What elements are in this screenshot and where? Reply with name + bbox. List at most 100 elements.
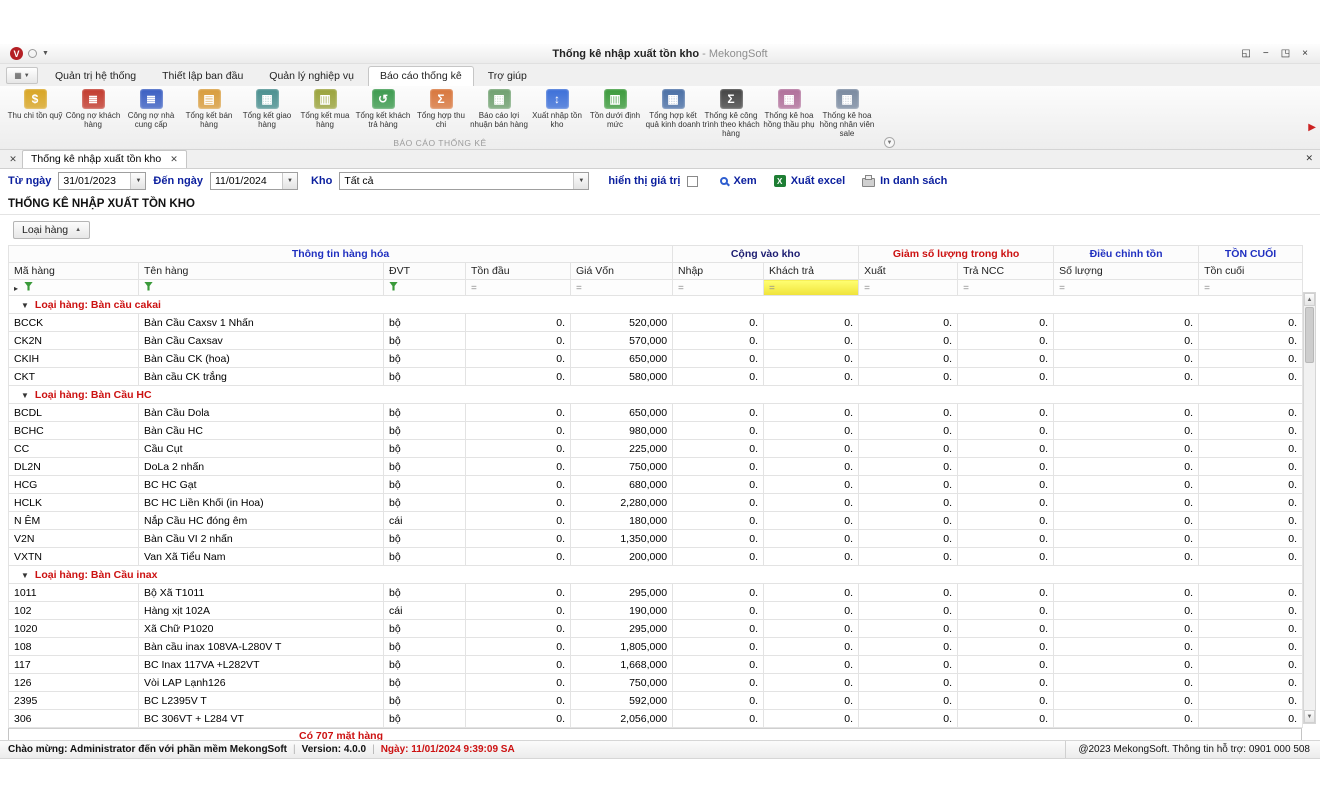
menu-grid-icon[interactable]: ▦ ▼ <box>6 67 38 84</box>
print-list-button[interactable]: In danh sách <box>857 175 952 187</box>
filter-cell[interactable]: = <box>764 280 859 296</box>
ribbon-item[interactable]: ↺Tổng kết khách trả hàng <box>354 88 412 129</box>
column-header-số-lượng[interactable]: Số lượng <box>1054 263 1199 280</box>
ribbon-item[interactable]: ↕Xuất nhập tồn kho <box>528 88 586 129</box>
column-header-mã-hàng[interactable]: Mã hàng <box>9 263 139 280</box>
menu-tab-trợ-giúp[interactable]: Trợ giúp <box>476 66 539 86</box>
ribbon-item[interactable]: ▦Báo cáo lợi nhuận bán hàng <box>470 88 528 129</box>
collapse-arrow-icon[interactable]: ▼ <box>21 301 29 310</box>
export-excel-button[interactable]: Xuất excel <box>769 175 850 187</box>
table-row[interactable]: BCHCBàn Cầu HCbộ0.980,0000.0.0.0.0.0. <box>9 422 1303 440</box>
ribbon-scroll-right-icon[interactable]: ▶ <box>1308 122 1316 133</box>
ribbon-item[interactable]: ▦Thống kê hoa hồng thầu phụ <box>760 88 818 129</box>
warehouse-dropdown-icon[interactable]: ▼ <box>573 173 588 189</box>
ribbon-item[interactable]: ΣThống kê công trình theo khách hàng <box>702 88 760 139</box>
column-header-giá-vốn[interactable]: Giá Vốn <box>571 263 673 280</box>
filter-cell[interactable]: = <box>1054 280 1199 296</box>
column-group-header[interactable]: Giảm số lượng trong kho <box>859 246 1054 263</box>
column-header-tên-hàng[interactable]: Tên hàng <box>139 263 384 280</box>
document-tab[interactable]: Thống kê nhập xuất tồn kho ✕ <box>22 150 187 168</box>
column-header-nhập[interactable]: Nhập <box>673 263 764 280</box>
filter-cell[interactable]: = <box>958 280 1054 296</box>
column-header-trả-ncc[interactable]: Trả NCC <box>958 263 1054 280</box>
column-header-đvt[interactable]: ĐVT <box>384 263 466 280</box>
quick-access-icon[interactable] <box>28 49 37 58</box>
view-button[interactable]: Xem <box>715 175 761 187</box>
table-row[interactable]: HCLKBC HC Liền Khối (in Hoa)bộ0.2,280,00… <box>9 494 1303 512</box>
group-row[interactable]: ▼Loại hàng: Bàn Cầu HC <box>9 386 1303 404</box>
column-header-tồn-đầu[interactable]: Tồn đầu <box>466 263 571 280</box>
collapse-arrow-icon[interactable]: ▼ <box>21 391 29 400</box>
ribbon-item[interactable]: ▦Thống kê hoa hồng nhân viên sale <box>818 88 876 139</box>
scroll-down-icon[interactable]: ▼ <box>1304 710 1315 723</box>
scroll-up-icon[interactable]: ▲ <box>1304 293 1315 306</box>
group-row[interactable]: ▼Loại hàng: Bàn cầu cakai <box>9 296 1303 314</box>
warehouse-select[interactable]: Tất cả ▼ <box>339 172 589 190</box>
column-group-header[interactable]: Thông tin hàng hóa <box>9 246 673 263</box>
ribbon-item[interactable]: ≣Công nợ khách hàng <box>64 88 122 129</box>
filter-cell[interactable]: = <box>673 280 764 296</box>
table-row[interactable]: CK2NBàn Cầu Caxsavbộ0.570,0000.0.0.0.0.0… <box>9 332 1303 350</box>
table-row[interactable]: 108Bàn cầu inax 108VA-L280V Tbộ0.1,805,0… <box>9 638 1303 656</box>
menu-tab-quản-trị-hệ-thống[interactable]: Quản trị hệ thống <box>43 66 148 86</box>
column-header-tồn-cuối[interactable]: Tồn cuối <box>1199 263 1303 280</box>
table-row[interactable]: N ÊMNắp Cầu HC đóng êmcái0.180,0000.0.0.… <box>9 512 1303 530</box>
ribbon-item[interactable]: ≣Công nợ nhà cung cấp <box>122 88 180 129</box>
filter-cell[interactable]: ▸ <box>9 280 139 296</box>
tab-bar-close-icon[interactable]: ✕ <box>1305 153 1313 164</box>
table-row[interactable]: 102Hàng xịt 102Acái0.190,0000.0.0.0.0.0. <box>9 602 1303 620</box>
scrollbar-thumb[interactable] <box>1305 307 1314 363</box>
filter-cell[interactable]: = <box>466 280 571 296</box>
table-row[interactable]: V2NBàn Cầu VI 2 nhấnbộ0.1,350,0000.0.0.0… <box>9 530 1303 548</box>
from-date-input[interactable]: 31/01/2023 ▼ <box>58 172 146 190</box>
filter-cell[interactable] <box>139 280 384 296</box>
quick-access-dropdown-icon[interactable]: ▼ <box>42 50 49 57</box>
table-row[interactable]: 117BC Inax 117VA +L282VTbộ0.1,668,0000.0… <box>9 656 1303 674</box>
table-row[interactable]: CKTBàn cầu CK trắngbộ0.580,0000.0.0.0.0.… <box>9 368 1303 386</box>
menu-tab-thiết-lập-ban-đầu[interactable]: Thiết lập ban đầu <box>150 66 255 86</box>
ribbon-collapse-button[interactable]: ▼ <box>884 137 895 148</box>
table-row[interactable]: 2395BC L2395V Tbộ0.592,0000.0.0.0.0.0. <box>9 692 1303 710</box>
show-value-checkbox[interactable] <box>687 176 698 187</box>
minimize-button[interactable]: − <box>1263 48 1269 59</box>
table-row[interactable]: 1011Bộ Xã T1011bộ0.295,0000.0.0.0.0.0. <box>9 584 1303 602</box>
from-date-dropdown-icon[interactable]: ▼ <box>130 173 145 189</box>
column-group-header[interactable]: TỒN CUỐI <box>1199 246 1303 263</box>
restore-button[interactable]: ◳ <box>1281 48 1290 59</box>
ribbon-item[interactable]: ▥Tổng kết mua hàng <box>296 88 354 129</box>
ribbon-item[interactable]: ▦Tổng hợp kết quả kinh doanh <box>644 88 702 129</box>
group-row[interactable]: ▼Loại hàng: Bàn Cầu inax <box>9 566 1303 584</box>
to-date-input[interactable]: 11/01/2024 ▼ <box>210 172 298 190</box>
column-group-header[interactable]: Điều chỉnh tồn <box>1054 246 1199 263</box>
filter-cell[interactable]: = <box>1199 280 1303 296</box>
column-group-header[interactable]: Cộng vào kho <box>673 246 859 263</box>
close-all-tabs-icon[interactable]: ✕ <box>4 154 22 168</box>
table-row[interactable]: HCGBC HC Gạtbộ0.680,0000.0.0.0.0.0. <box>9 476 1303 494</box>
group-row-cell[interactable]: ▼Loại hàng: Bàn Cầu inax <box>9 566 1303 584</box>
table-row[interactable]: BCCKBàn Cầu Caxsv 1 Nhấnbộ0.520,0000.0.0… <box>9 314 1303 332</box>
group-row-cell[interactable]: ▼Loại hàng: Bàn Cầu HC <box>9 386 1303 404</box>
column-header-xuất[interactable]: Xuất <box>859 263 958 280</box>
table-row[interactable]: VXTNVan Xã Tiểu Nambộ0.200,0000.0.0.0.0.… <box>9 548 1303 566</box>
fullscreen-button[interactable]: ◱ <box>1241 48 1250 59</box>
table-row[interactable]: BCDLBàn Cầu Dolabộ0.650,0000.0.0.0.0.0. <box>9 404 1303 422</box>
table-row[interactable]: 1020Xã Chữ P1020bộ0.295,0000.0.0.0.0.0. <box>9 620 1303 638</box>
filter-cell[interactable] <box>384 280 466 296</box>
column-header-khách-trả[interactable]: Khách trả <box>764 263 859 280</box>
ribbon-item[interactable]: $Thu chi tồn quỹ <box>6 88 64 120</box>
ribbon-item[interactable]: ▦Tổng kết giao hàng <box>238 88 296 129</box>
close-button[interactable]: × <box>1302 48 1308 59</box>
to-date-dropdown-icon[interactable]: ▼ <box>282 173 297 189</box>
filter-cell[interactable]: = <box>571 280 673 296</box>
vertical-scrollbar[interactable]: ▲ ▼ <box>1303 292 1316 724</box>
menu-tab-quản-lý-nghiệp-vụ[interactable]: Quản lý nghiệp vụ <box>257 66 366 86</box>
table-row[interactable]: DL2NDoLa 2 nhấnbộ0.750,0000.0.0.0.0.0. <box>9 458 1303 476</box>
ribbon-item[interactable]: ▥Tồn dưới định mức <box>586 88 644 129</box>
table-row[interactable]: 126Vòi LAP Lạnh126bộ0.750,0000.0.0.0.0.0… <box>9 674 1303 692</box>
table-row[interactable]: CCCầu Cụtbộ0.225,0000.0.0.0.0.0. <box>9 440 1303 458</box>
group-by-chip[interactable]: Loại hàng ▲ <box>13 221 90 239</box>
group-row-cell[interactable]: ▼Loại hàng: Bàn cầu cakai <box>9 296 1303 314</box>
tab-close-icon[interactable]: ✕ <box>170 154 178 165</box>
menu-tab-báo-cáo-thống-kê[interactable]: Báo cáo thống kê <box>368 66 474 86</box>
collapse-arrow-icon[interactable]: ▼ <box>21 571 29 580</box>
